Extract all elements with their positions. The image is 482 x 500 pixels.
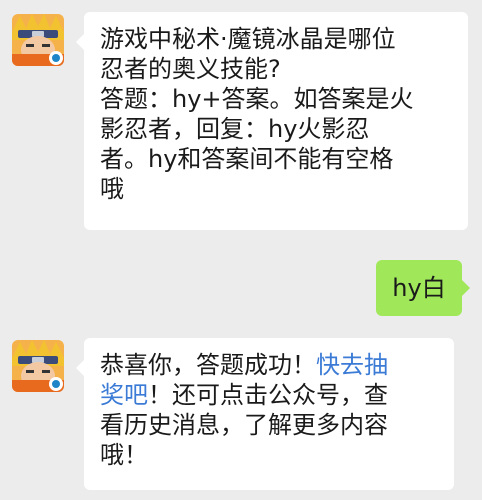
message-bubble-question: 游戏中秘术·魔镜冰晶是哪位 忍者的奥义技能? 答题：hy+答案。如答案是火 影忍… <box>76 12 468 230</box>
message-text: hy白 <box>392 274 446 302</box>
message-bubble-answer: hy白 <box>376 260 470 316</box>
naruto-avatar-icon[interactable] <box>12 340 64 392</box>
message-bubble-result: 恭喜你，答题成功！快去抽 奖吧！还可点击公众号，查 看历史消息，了解更多内容 哦… <box>76 338 454 490</box>
message-line: 哦 <box>100 175 124 203</box>
message-line: 恭喜你，答题成功！快去抽 <box>100 350 438 380</box>
naruto-avatar-icon[interactable] <box>12 14 64 66</box>
message-line: 看历史消息，了解更多内容 <box>100 411 388 439</box>
message-line: 哦！ <box>100 441 148 469</box>
message-line: 游戏中秘术·魔镜冰晶是哪位 <box>100 25 396 53</box>
message-line: 影忍者，回复：hy火影忍 <box>100 115 370 143</box>
message-text: ！还可点击公众号，查 <box>148 381 388 409</box>
message-line: 奖吧！还可点击公众号，查 <box>100 380 438 410</box>
message-text: 恭喜你，答题成功！ <box>100 351 316 379</box>
message-line: 者。hy和答案间不能有空格 <box>100 145 394 173</box>
lottery-link[interactable]: 奖吧 <box>100 381 148 409</box>
message-line: 忍者的奥义技能? <box>100 55 281 83</box>
lottery-link[interactable]: 快去抽 <box>316 351 388 379</box>
message-line: 答题：hy+答案。如答案是火 <box>100 85 414 113</box>
